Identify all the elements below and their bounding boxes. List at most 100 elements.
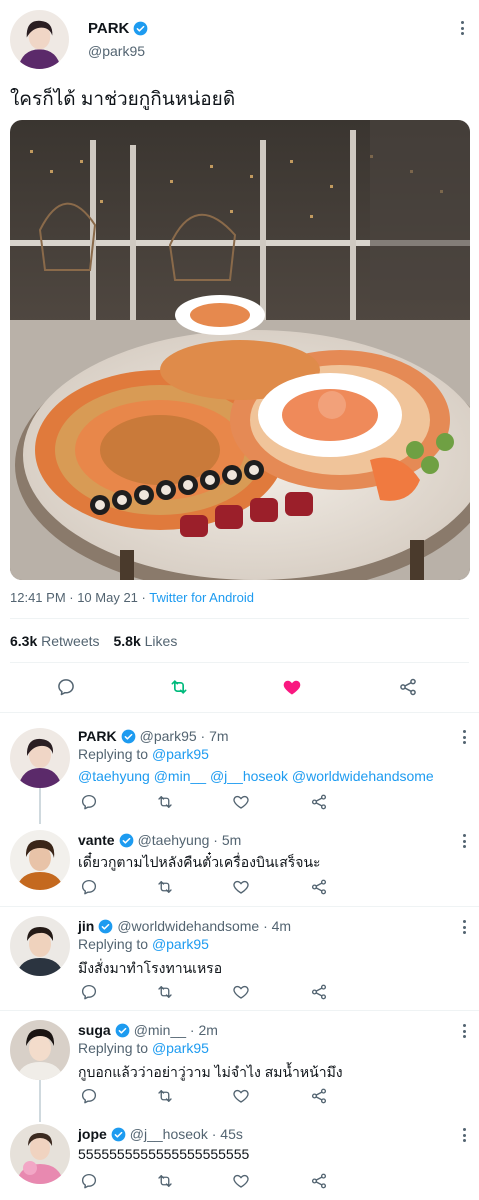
heart-icon[interactable]: [232, 1172, 250, 1190]
verified-badge-icon: [98, 919, 113, 934]
replying-to-link[interactable]: @park95: [152, 1040, 209, 1056]
thread-connector: [39, 1080, 41, 1122]
heart-icon[interactable]: [232, 983, 250, 1001]
reply-header: PARK @park95 · 7m: [78, 728, 229, 744]
reply-avatar-jope[interactable]: [10, 1124, 70, 1184]
reply-text: กูบอกแล้วว่าอย่าวู่วาม ไม่จำไง สมน้ำหน้า…: [78, 1064, 343, 1080]
reply-text: 5555555555555555555555: [78, 1146, 250, 1162]
reply-time: 5m: [221, 832, 242, 848]
retweets-label: Retweets: [41, 633, 100, 649]
reply-author-name[interactable]: suga: [78, 1022, 111, 1038]
more-options-icon[interactable]: [456, 919, 472, 935]
reply-avatar-suga[interactable]: [10, 1020, 70, 1080]
verified-badge-icon: [133, 21, 148, 36]
heart-icon[interactable]: [232, 878, 250, 896]
retweet-icon[interactable]: [156, 1087, 174, 1105]
heart-icon[interactable]: [282, 677, 302, 697]
replying-to: Replying to @park95: [78, 746, 209, 762]
tweet-time[interactable]: 12:41 PM · 10 May 21 ·: [10, 590, 149, 605]
reply-author-name[interactable]: jope: [78, 1126, 107, 1142]
reply-tweet-jope[interactable]: jope @j__hoseok · 45s 555555555555555555…: [0, 1118, 479, 1200]
reply-author-handle[interactable]: @park95: [140, 728, 197, 744]
replying-to-label: Replying to: [78, 1040, 152, 1056]
share-icon[interactable]: [310, 1172, 328, 1190]
replying-to-link[interactable]: @park95: [152, 746, 209, 762]
tweet-source[interactable]: Twitter for Android: [149, 590, 254, 605]
tweet-stats: 6.3k Retweets 5.8k Likes: [10, 633, 177, 649]
author-avatar[interactable]: [10, 10, 69, 69]
reply-author-handle[interactable]: @min__: [134, 1022, 186, 1038]
reply-tweet-suga[interactable]: suga @min__ · 2m Replying to @park95 กูบ…: [0, 1010, 479, 1122]
reply-time: 4m: [271, 918, 292, 934]
reply-header: suga @min__ · 2m: [78, 1022, 218, 1038]
replying-to-label: Replying to: [78, 936, 152, 952]
share-icon[interactable]: [310, 983, 328, 1001]
more-options-icon[interactable]: [456, 729, 472, 745]
retweet-icon[interactable]: [156, 793, 174, 811]
reply-text: เดี๋ยวกูตามไปหลังคืนตั๋วเครื่องบินเสร็จน…: [78, 854, 321, 870]
reply-author-name[interactable]: jin: [78, 918, 94, 934]
retweet-icon[interactable]: [156, 878, 174, 896]
reply-icon[interactable]: [80, 983, 98, 1001]
reply-mentions[interactable]: @taehyung @min__ @j__hoseok @worldwideha…: [78, 768, 434, 784]
verified-badge-icon: [121, 729, 136, 744]
retweet-icon[interactable]: [169, 677, 189, 697]
author-handle[interactable]: @park95: [88, 43, 145, 59]
heart-icon[interactable]: [232, 793, 250, 811]
reply-header: vante @taehyung · 5m: [78, 832, 242, 848]
reply-icon[interactable]: [80, 793, 98, 811]
reply-time: 2m: [198, 1022, 218, 1038]
reply-header: jope @j__hoseok · 45s: [78, 1126, 243, 1142]
retweet-icon[interactable]: [156, 983, 174, 1001]
likes-stat[interactable]: 5.8k Likes: [114, 633, 178, 649]
reply-author-handle[interactable]: @taehyung: [138, 832, 210, 848]
reply-header: jin @worldwidehandsome · 4m: [78, 918, 292, 934]
thread-connector: [39, 788, 41, 824]
reply-text: มึงสั่งมาทำโรงทานเหรอ: [78, 960, 223, 976]
reply-time: 7m: [209, 728, 229, 744]
more-options-icon[interactable]: [456, 1127, 472, 1143]
reply-icon[interactable]: [80, 1172, 98, 1190]
verified-badge-icon: [119, 833, 134, 848]
reply-tweet-park[interactable]: PARK @park95 · 7m Replying to @park95 @t…: [0, 712, 479, 824]
reply-icon[interactable]: [56, 677, 76, 697]
replying-to-link[interactable]: @park95: [152, 936, 209, 952]
more-options-icon[interactable]: [456, 833, 472, 849]
reply-avatar-park[interactable]: [10, 728, 70, 788]
share-icon[interactable]: [310, 793, 328, 811]
main-tweet: PARK @park95 ใครก็ได้ มาช่วยกูกินหน่อยดิ: [0, 0, 479, 712]
replying-to-label: Replying to: [78, 746, 152, 762]
tweet-text: ใครก็ได้ มาช่วยกูกินหน่อยดิ: [10, 89, 236, 110]
reply-icon[interactable]: [80, 1087, 98, 1105]
more-options-icon[interactable]: [454, 20, 470, 36]
reply-author-handle[interactable]: @worldwidehandsome: [117, 918, 259, 934]
replying-to: Replying to @park95: [78, 936, 209, 952]
more-options-icon[interactable]: [456, 1023, 472, 1039]
share-icon[interactable]: [310, 1087, 328, 1105]
author-name[interactable]: PARK: [88, 20, 148, 37]
reply-time: 45s: [220, 1126, 243, 1142]
tweet-timestamp: 12:41 PM · 10 May 21 · Twitter for Andro…: [10, 590, 254, 605]
heart-icon[interactable]: [232, 1087, 250, 1105]
divider: [10, 662, 469, 663]
share-icon[interactable]: [398, 677, 418, 697]
reply-tweet-vante[interactable]: vante @taehyung · 5m เดี๋ยวกูตามไปหลังคื…: [0, 822, 479, 906]
reply-author-name[interactable]: PARK: [78, 728, 117, 744]
reply-avatar-jin[interactable]: [10, 916, 70, 976]
reply-avatar-vante[interactable]: [10, 830, 70, 890]
share-icon[interactable]: [310, 878, 328, 896]
retweet-icon[interactable]: [156, 1172, 174, 1190]
reply-author-handle[interactable]: @j__hoseok: [130, 1126, 208, 1142]
reply-icon[interactable]: [80, 878, 98, 896]
retweets-stat[interactable]: 6.3k Retweets: [10, 633, 100, 649]
replying-to: Replying to @park95: [78, 1040, 209, 1056]
author-name-text: PARK: [88, 20, 130, 37]
sushi-platter-image: [10, 120, 470, 580]
reply-author-name[interactable]: vante: [78, 832, 115, 848]
reply-tweet-jin[interactable]: jin @worldwidehandsome · 4m Replying to …: [0, 906, 479, 1010]
divider: [10, 618, 469, 619]
verified-badge-icon: [111, 1127, 126, 1142]
verified-badge-icon: [115, 1023, 130, 1038]
likes-label: Likes: [144, 633, 178, 649]
tweet-photo[interactable]: [10, 120, 470, 580]
